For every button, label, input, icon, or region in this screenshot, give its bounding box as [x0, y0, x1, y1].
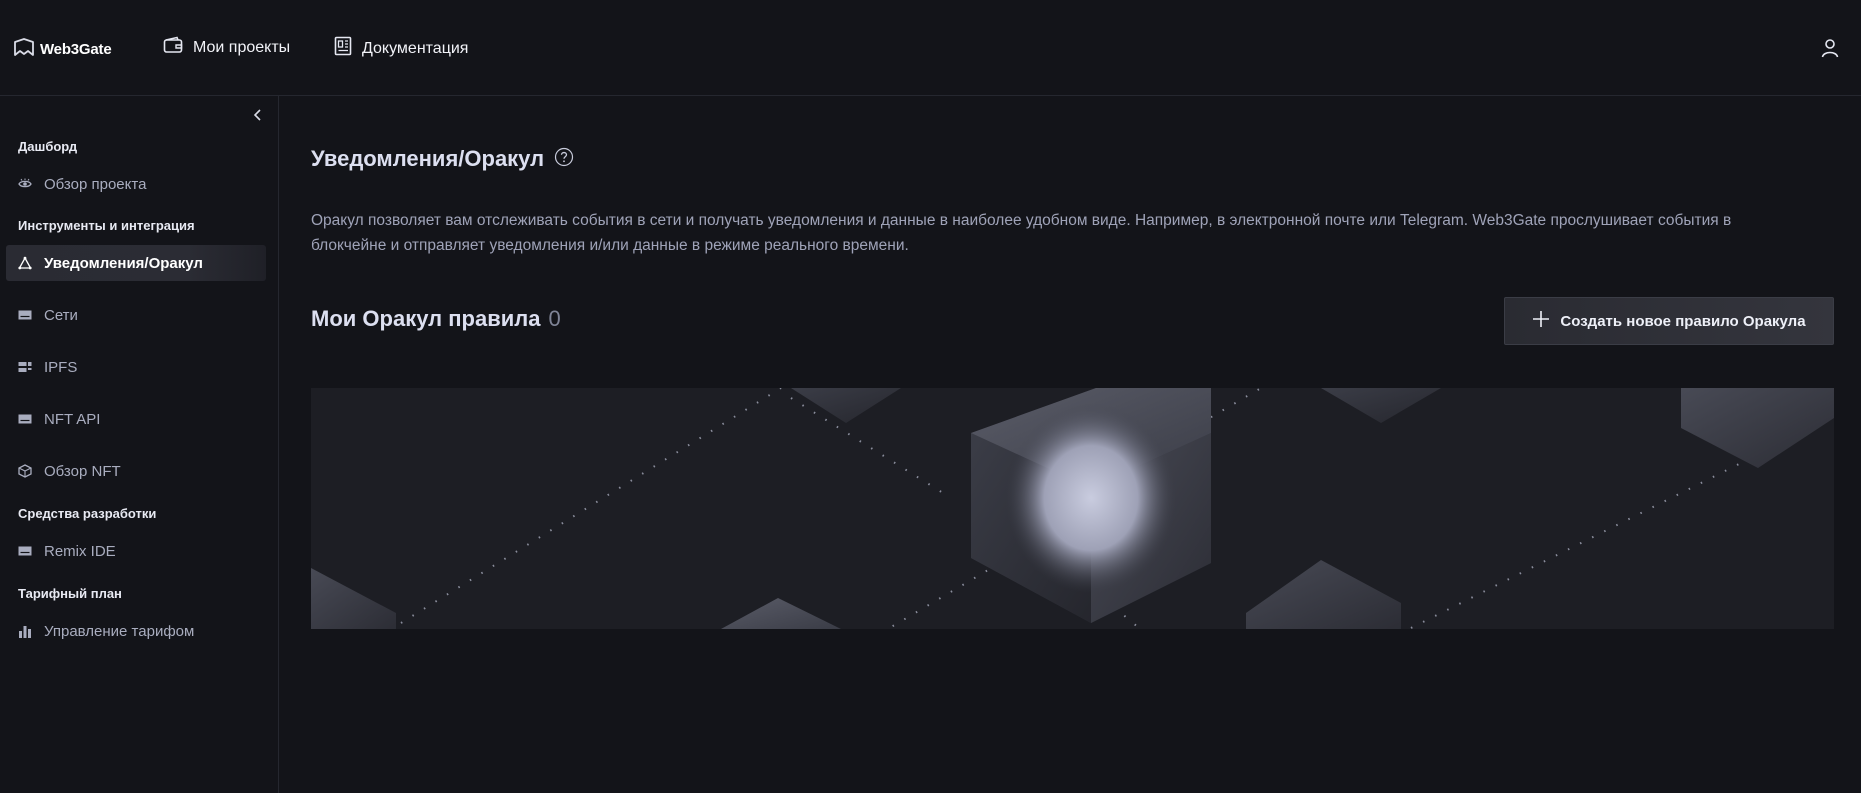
server-icon	[18, 544, 32, 558]
sidebar-item-label: Уведомления/Оракул	[44, 254, 203, 272]
blockchain-cubes-illustration	[311, 388, 1834, 629]
create-oracle-rule-label: Создать новое правило Оракула	[1560, 312, 1806, 330]
nav-documentation-label: Документация	[362, 39, 469, 57]
nav-my-projects[interactable]: Мои проекты	[163, 36, 290, 59]
plus-icon	[1532, 310, 1550, 332]
help-icon[interactable]	[554, 147, 574, 172]
create-oracle-rule-button[interactable]: Создать новое правило Оракула	[1504, 297, 1834, 345]
server-icon	[18, 412, 32, 426]
sidebar-item-label: Remix IDE	[44, 542, 116, 560]
sidebar-collapse-button[interactable]	[251, 108, 265, 127]
section-dev-tools: Средства разработки	[18, 506, 157, 521]
nav-documentation[interactable]: Документация	[334, 36, 468, 61]
empty-state-illustration	[311, 388, 1834, 629]
sidebar-item-nft-api[interactable]: NFT API	[6, 401, 266, 437]
grid-icon	[18, 360, 32, 374]
section-plan: Тарифный план	[18, 586, 122, 601]
page-description: Оракул позволяет вам отслеживать события…	[311, 212, 1732, 254]
logo-text: Web3Gate	[40, 41, 112, 58]
document-icon	[334, 36, 352, 61]
section-dashboard: Дашборд	[18, 139, 78, 154]
section-tools: Инструменты и интеграция	[18, 218, 195, 233]
user-icon	[1821, 39, 1839, 62]
bar-chart-icon	[18, 624, 32, 638]
triangle-nodes-icon	[18, 256, 32, 270]
sidebar-item-remix-ide[interactable]: Remix IDE	[6, 533, 266, 569]
logo[interactable]: Web3Gate	[14, 38, 112, 61]
sidebar-item-project-overview[interactable]: Обзор проекта	[6, 166, 266, 202]
wallet-icon	[163, 36, 183, 59]
rules-count: 0	[548, 306, 561, 331]
eye-icon	[18, 177, 32, 191]
sidebar-item-notifications-oracle[interactable]: Уведомления/Оракул	[6, 245, 266, 281]
sidebar-item-nft-overview[interactable]: Обзор NFT	[6, 453, 266, 489]
sidebar-item-label: Обзор NFT	[44, 462, 121, 480]
sidebar: Дашборд Обзор проекта Инструменты и инте…	[0, 96, 279, 793]
sidebar-item-label: NFT API	[44, 410, 101, 428]
top-bar: Web3Gate Мои проекты Документация	[0, 0, 1861, 96]
page-header: Уведомления/Оракул	[311, 146, 574, 172]
logo-icon	[14, 38, 34, 61]
user-menu-button[interactable]	[1821, 38, 1839, 63]
sidebar-item-ipfs[interactable]: IPFS	[6, 349, 266, 385]
nav-my-projects-label: Мои проекты	[193, 38, 291, 56]
sidebar-item-label: IPFS	[44, 358, 78, 376]
sidebar-item-networks[interactable]: Сети	[6, 297, 266, 333]
rules-heading: Мои Оракул правила 0	[311, 306, 561, 332]
cube-icon	[18, 464, 32, 478]
sidebar-item-label: Управление тарифом	[44, 622, 195, 640]
chevron-left-icon	[251, 109, 265, 126]
sidebar-item-label: Сети	[44, 306, 78, 324]
page-title: Уведомления/Оракул	[311, 146, 545, 171]
server-icon	[18, 308, 32, 322]
rules-title: Мои Оракул правила	[311, 306, 541, 331]
sidebar-item-plan-management[interactable]: Управление тарифом	[6, 613, 266, 649]
sidebar-item-label: Обзор проекта	[44, 175, 147, 193]
